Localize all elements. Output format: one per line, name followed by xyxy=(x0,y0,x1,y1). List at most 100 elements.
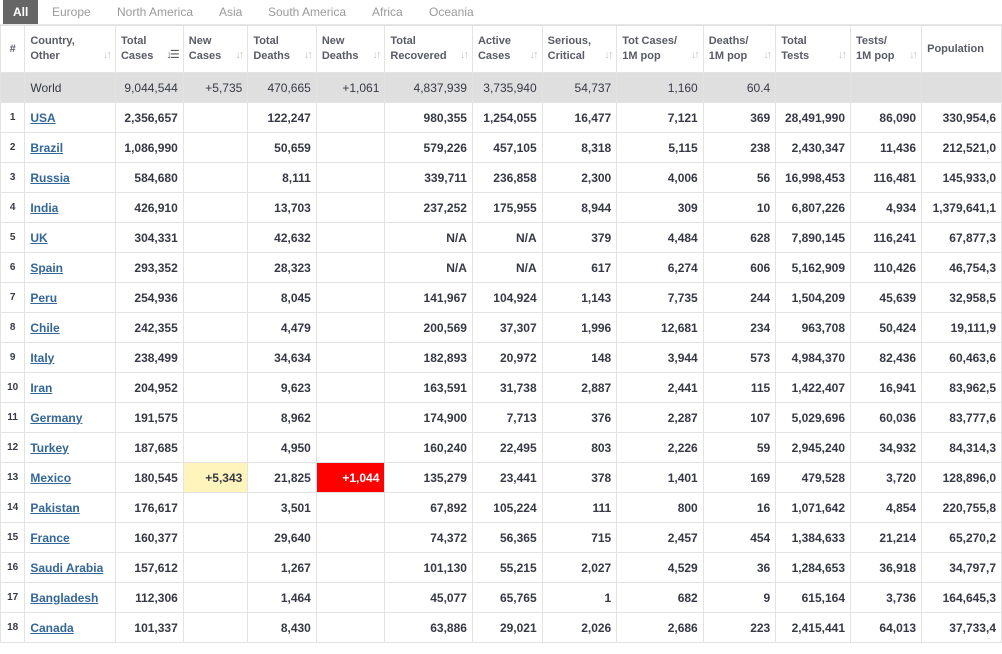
country-link[interactable]: Spain xyxy=(30,261,63,275)
sort-arrows-icon[interactable]: ↓↑ xyxy=(838,48,847,63)
cell-row-index: 5 xyxy=(0,222,26,253)
cell-serious-critical: 2,887 xyxy=(541,372,618,403)
cell-tests-1m: 4,854 xyxy=(850,492,923,523)
cell-active-cases: 236,858 xyxy=(471,162,543,193)
header-total-tests[interactable]: Total Tests ↓↑ xyxy=(775,25,852,73)
cell-total-cases: 242,355 xyxy=(114,312,184,343)
cell-country-link: Mexico xyxy=(24,462,116,493)
cell-total-deaths: 8,962 xyxy=(247,402,317,433)
cell-country-link: Saudi Arabia xyxy=(24,552,116,583)
cell-country-link: Canada xyxy=(24,612,116,643)
country-link[interactable]: Germany xyxy=(30,411,82,425)
header-new-deaths[interactable]: New Deaths ↓↑ xyxy=(315,25,386,73)
sort-arrows-icon[interactable]: ↓↑ xyxy=(691,48,700,63)
cell-total-tests: 1,284,653 xyxy=(775,552,852,583)
cell-deaths-1m: 244 xyxy=(702,282,777,313)
cell-row-index: 4 xyxy=(0,192,26,223)
cell-new-deaths xyxy=(315,132,386,163)
cell-population: 37,733,4 xyxy=(921,612,1002,643)
sort-arrows-icon[interactable]: ↓↑ xyxy=(372,48,381,63)
cell-active-cases: 23,441 xyxy=(471,462,543,493)
sort-arrows-icon[interactable]: ↓↑ xyxy=(909,48,918,63)
header-deaths-1m[interactable]: Deaths/ 1M pop ↓↑ xyxy=(702,25,777,73)
tab-oceania[interactable]: Oceania xyxy=(429,0,474,24)
cell-country-link: Turkey xyxy=(24,432,116,463)
sort-arrows-icon[interactable]: ↓↑ xyxy=(235,48,244,63)
cell-tot-cases-1m: 6,274 xyxy=(616,252,704,283)
cell-active-cases: N/A xyxy=(471,222,543,253)
cell-tot-cases-1m: 2,686 xyxy=(616,612,704,643)
header-new-cases[interactable]: New Cases ↓↑ xyxy=(182,25,249,73)
cell-serious-critical: 1 xyxy=(541,582,618,613)
country-link[interactable]: Turkey xyxy=(30,441,68,455)
header-total-deaths[interactable]: Total Deaths ↓↑ xyxy=(247,25,317,73)
sort-arrows-icon[interactable]: ↓↑ xyxy=(763,48,772,63)
cell-total-deaths: 4,950 xyxy=(247,432,317,463)
cell-country-link: Germany xyxy=(24,402,116,433)
sort-arrows-icon[interactable]: ↓↑ xyxy=(103,48,112,63)
header-country[interactable]: Country, Other ↓↑ xyxy=(24,25,116,73)
cell-new-deaths xyxy=(315,582,386,613)
country-link[interactable]: Brazil xyxy=(30,141,63,155)
cell-deaths-1m: 369 xyxy=(702,102,777,133)
country-link[interactable]: Saudi Arabia xyxy=(30,561,103,575)
header-active-cases[interactable]: Active Cases ↓↑ xyxy=(471,25,543,73)
header-population[interactable]: Population xyxy=(921,25,1002,73)
cell-total-recovered: 579,226 xyxy=(384,132,473,163)
tab-south-america[interactable]: South America xyxy=(268,0,346,24)
header-tot-cases-1m[interactable]: Tot Cases/ 1M pop ↓↑ xyxy=(616,25,704,73)
header-total-cases[interactable]: Total Cases ↓☰ xyxy=(114,25,184,73)
country-link[interactable]: Russia xyxy=(30,171,69,185)
country-link[interactable]: Mexico xyxy=(30,471,71,485)
cell-total-cases: 1,086,990 xyxy=(114,132,184,163)
tab-africa[interactable]: Africa xyxy=(372,0,403,24)
cell-new-cases xyxy=(182,162,249,193)
cell-tot-cases-1m: 5,115 xyxy=(616,132,704,163)
sort-arrows-icon[interactable]: ↓☰ xyxy=(166,48,179,63)
cell-total-deaths: 28,323 xyxy=(247,252,317,283)
country-link[interactable]: Chile xyxy=(30,321,59,335)
cell-total-deaths: 4,479 xyxy=(247,312,317,343)
country-link[interactable]: India xyxy=(30,201,58,215)
world-tot-cases-1m: 1,160 xyxy=(616,72,704,103)
cell-total-cases: 2,356,657 xyxy=(114,102,184,133)
cell-row-index: 7 xyxy=(0,282,26,313)
sort-arrows-icon[interactable]: ↓↑ xyxy=(530,48,539,63)
world-total-deaths: 470,665 xyxy=(247,72,317,103)
cell-tot-cases-1m: 309 xyxy=(616,192,704,223)
sort-arrows-icon[interactable]: ↓↑ xyxy=(304,48,313,63)
country-link[interactable]: Bangladesh xyxy=(30,591,98,605)
tab-europe[interactable]: Europe xyxy=(52,0,91,24)
country-link[interactable]: Italy xyxy=(30,351,54,365)
cell-total-tests: 5,162,909 xyxy=(775,252,852,283)
cell-row-index: 12 xyxy=(0,432,26,463)
cell-new-deaths xyxy=(315,522,386,553)
tab-all[interactable]: All xyxy=(3,0,39,24)
cell-total-tests: 5,029,696 xyxy=(775,402,852,433)
country-link[interactable]: France xyxy=(30,531,69,545)
cell-population: 1,379,641,1 xyxy=(921,192,1002,223)
sort-arrows-icon[interactable]: ↓↑ xyxy=(460,48,469,63)
country-link[interactable]: UK xyxy=(30,231,47,245)
cell-new-cases xyxy=(182,102,249,133)
cell-tot-cases-1m: 7,735 xyxy=(616,282,704,313)
cell-tests-1m: 116,481 xyxy=(850,162,923,193)
cell-new-deaths xyxy=(315,492,386,523)
cell-active-cases: 37,307 xyxy=(471,312,543,343)
tab-asia[interactable]: Asia xyxy=(219,0,242,24)
country-link[interactable]: Pakistan xyxy=(30,501,79,515)
table-row: 7 Peru 254,936 8,045 141,967 104,924 1,143 7,73… xyxy=(0,282,1002,313)
tab-north-america[interactable]: North America xyxy=(117,0,193,24)
cell-total-cases: 426,910 xyxy=(114,192,184,223)
cell-serious-critical: 1,996 xyxy=(541,312,618,343)
sort-arrows-icon[interactable]: ↓↑ xyxy=(604,48,613,63)
cell-tests-1m: 3,736 xyxy=(850,582,923,613)
cell-total-cases: 254,936 xyxy=(114,282,184,313)
header-total-recovered[interactable]: Total Recovered ↓↑ xyxy=(384,25,473,73)
country-link[interactable]: Peru xyxy=(30,291,57,305)
country-link[interactable]: Iran xyxy=(30,381,52,395)
header-serious-critical[interactable]: Serious, Critical ↓↑ xyxy=(541,25,618,73)
header-tests-1m[interactable]: Tests/ 1M pop ↓↑ xyxy=(850,25,923,73)
country-link[interactable]: USA xyxy=(30,111,55,125)
country-link[interactable]: Canada xyxy=(30,621,73,635)
